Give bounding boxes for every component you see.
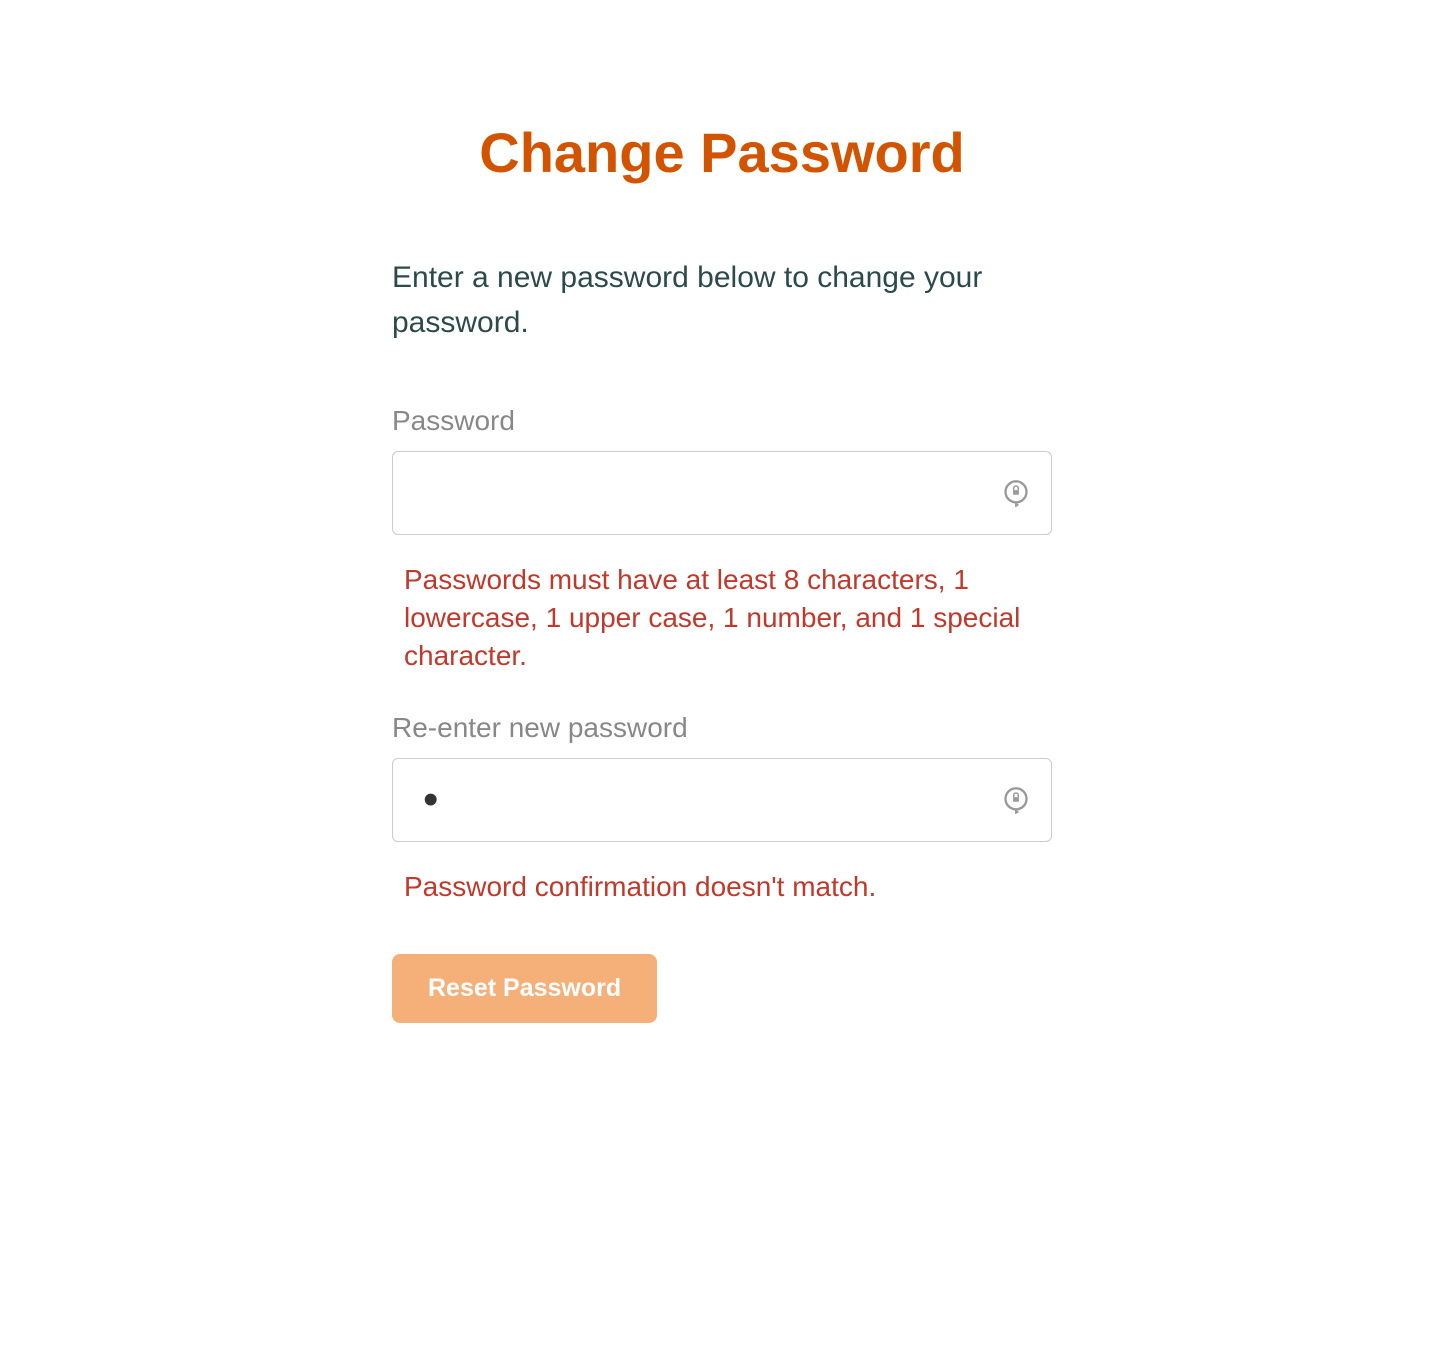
confirm-input-wrapper xyxy=(392,758,1052,842)
lock-icon xyxy=(1002,786,1030,814)
password-label: Password xyxy=(392,405,1052,437)
confirm-field-group: Re-enter new password Password confirmat… xyxy=(392,712,1052,906)
page-title: Change Password xyxy=(392,120,1052,185)
password-input-wrapper xyxy=(392,451,1052,535)
confirm-error: Password confirmation doesn't match. xyxy=(392,868,1052,906)
instruction-text: Enter a new password below to change you… xyxy=(392,255,1052,345)
password-input[interactable] xyxy=(392,451,1052,535)
confirm-label: Re-enter new password xyxy=(392,712,1052,744)
confirm-input[interactable] xyxy=(392,758,1052,842)
lock-icon xyxy=(1002,479,1030,507)
password-field-group: Password Passwords must have at least 8 … xyxy=(392,405,1052,674)
password-error: Passwords must have at least 8 character… xyxy=(392,561,1052,674)
reset-password-button[interactable]: Reset Password xyxy=(392,954,657,1023)
